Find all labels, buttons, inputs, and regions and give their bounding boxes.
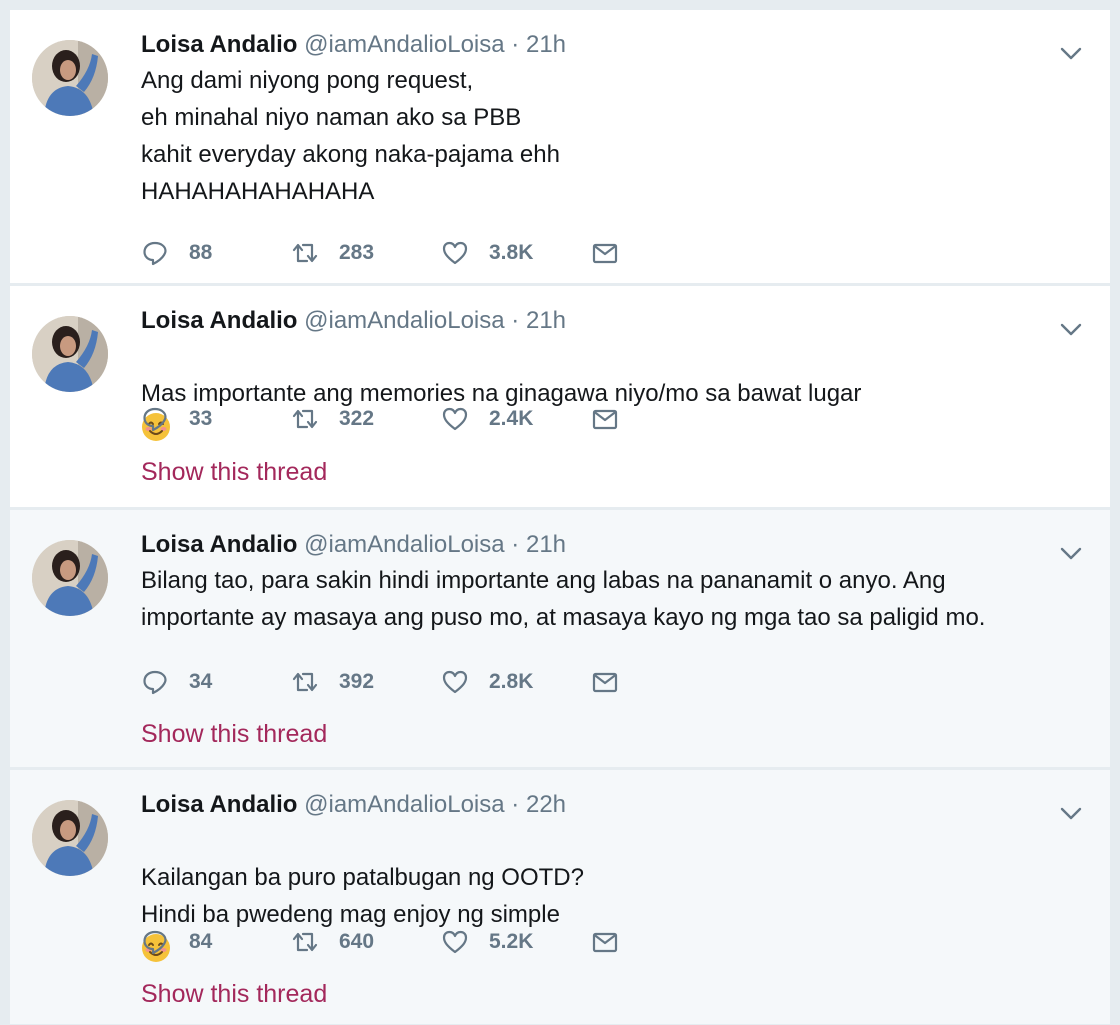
retweet-icon — [292, 409, 318, 429]
tweet-timestamp[interactable]: 21h — [526, 531, 566, 558]
show-thread-link[interactable]: Show this thread — [141, 458, 327, 487]
author-name[interactable]: Loisa Andalio — [141, 791, 297, 818]
avatar[interactable] — [32, 540, 108, 616]
like-icon — [442, 670, 468, 694]
like-icon — [442, 930, 468, 954]
show-thread-link[interactable]: Show this thread — [141, 720, 327, 749]
retweet-count: 392 — [339, 670, 375, 693]
tweet-timestamp[interactable]: 22h — [526, 791, 566, 818]
reply-icon — [143, 241, 167, 266]
direct-message-icon — [592, 672, 618, 693]
tweet-timestamp[interactable]: 21h — [526, 31, 566, 58]
show-thread-link[interactable]: Show this thread — [141, 980, 327, 1009]
like-count: 2.4K — [489, 407, 534, 430]
separator-dot: · — [511, 31, 520, 58]
retweet-icon — [292, 672, 318, 692]
author-handle[interactable]: @iamAndalioLoisa — [304, 31, 504, 58]
reply-icon — [143, 930, 167, 955]
tweet-text: Bilang tao, para sakin hindi importante … — [141, 567, 986, 631]
retweet-icon — [292, 932, 318, 952]
retweet-count: 322 — [339, 407, 375, 430]
avatar[interactable] — [32, 316, 108, 392]
tweet-timeline: Loisa Andalio @iamAndalioLoisa · 21h Ang… — [0, 0, 1120, 1025]
direct-message-button[interactable] — [591, 668, 619, 696]
avatar[interactable] — [32, 800, 108, 876]
direct-message-icon — [592, 409, 618, 430]
retweet-button[interactable]: 283 — [291, 239, 441, 267]
like-button[interactable]: 2.4K — [441, 405, 591, 433]
like-button[interactable]: 3.8K — [441, 239, 591, 267]
tweet[interactable]: Loisa Andalio @iamAndalioLoisa · 21h Ang… — [10, 10, 1110, 284]
direct-message-icon — [592, 932, 618, 953]
reply-count: 33 — [189, 407, 213, 430]
author-name[interactable]: Loisa Andalio — [141, 31, 297, 58]
chevron-down-icon[interactable] — [1058, 40, 1084, 66]
retweet-button[interactable]: 640 — [291, 928, 441, 956]
author-handle[interactable]: @iamAndalioLoisa — [304, 307, 504, 334]
reply-icon — [143, 407, 167, 432]
tweet-text: Ang dami niyong pong request, eh minahal… — [141, 67, 560, 205]
reply-icon — [143, 670, 167, 695]
avatar-image — [32, 800, 108, 876]
avatar[interactable] — [32, 40, 108, 116]
chevron-down-icon[interactable] — [1058, 800, 1084, 826]
retweet-count: 640 — [339, 930, 375, 953]
reply-button[interactable]: 88 — [141, 239, 291, 267]
reply-button[interactable]: 33 — [141, 405, 291, 433]
retweet-icon — [292, 243, 318, 263]
reply-count: 88 — [189, 241, 213, 264]
direct-message-button[interactable] — [591, 239, 619, 267]
avatar-image — [32, 316, 108, 392]
like-icon — [442, 407, 468, 431]
like-button[interactable]: 5.2K — [441, 928, 591, 956]
reply-button[interactable]: 34 — [141, 668, 291, 696]
like-count: 2.8K — [489, 670, 534, 693]
retweet-button[interactable]: 322 — [291, 405, 441, 433]
reply-count: 84 — [189, 930, 213, 953]
chevron-down-icon[interactable] — [1058, 540, 1084, 566]
author-name[interactable]: Loisa Andalio — [141, 531, 297, 558]
avatar-image — [32, 540, 108, 616]
like-button[interactable]: 2.8K — [441, 668, 591, 696]
reply-button[interactable]: 84 — [141, 928, 291, 956]
tweet-actions: 88 283 3.8K — [141, 236, 619, 270]
tweet[interactable]: Loisa Andalio @iamAndalioLoisa · 21h Mas… — [10, 286, 1110, 508]
like-count: 3.8K — [489, 241, 534, 264]
author-handle[interactable]: @iamAndalioLoisa — [304, 791, 504, 818]
like-count: 5.2K — [489, 930, 534, 953]
direct-message-button[interactable] — [591, 928, 619, 956]
separator-dot: · — [511, 791, 520, 818]
tweet-actions: 84 640 5.2K — [141, 925, 619, 959]
tweet[interactable]: Loisa Andalio @iamAndalioLoisa · 22h Kai… — [10, 770, 1110, 1025]
reply-count: 34 — [189, 670, 213, 693]
tweet-timestamp[interactable]: 21h — [526, 307, 566, 334]
direct-message-button[interactable] — [591, 405, 619, 433]
separator-dot: · — [511, 531, 520, 558]
separator-dot: · — [511, 307, 520, 334]
like-icon — [442, 241, 468, 265]
tweet-actions: 33 322 2.4K — [141, 402, 619, 436]
tweet-actions: 34 392 2.8K — [141, 665, 619, 699]
author-name[interactable]: Loisa Andalio — [141, 307, 297, 334]
direct-message-icon — [592, 243, 618, 264]
retweet-count: 283 — [339, 241, 375, 264]
tweet[interactable]: Loisa Andalio @iamAndalioLoisa · 21h Bil… — [10, 510, 1110, 768]
tweet-text-content: Kailangan ba puro patalbugan ng OOTD? Hi… — [141, 864, 584, 928]
avatar-image — [32, 40, 108, 116]
author-handle[interactable]: @iamAndalioLoisa — [304, 531, 504, 558]
chevron-down-icon[interactable] — [1058, 316, 1084, 342]
retweet-button[interactable]: 392 — [291, 668, 441, 696]
